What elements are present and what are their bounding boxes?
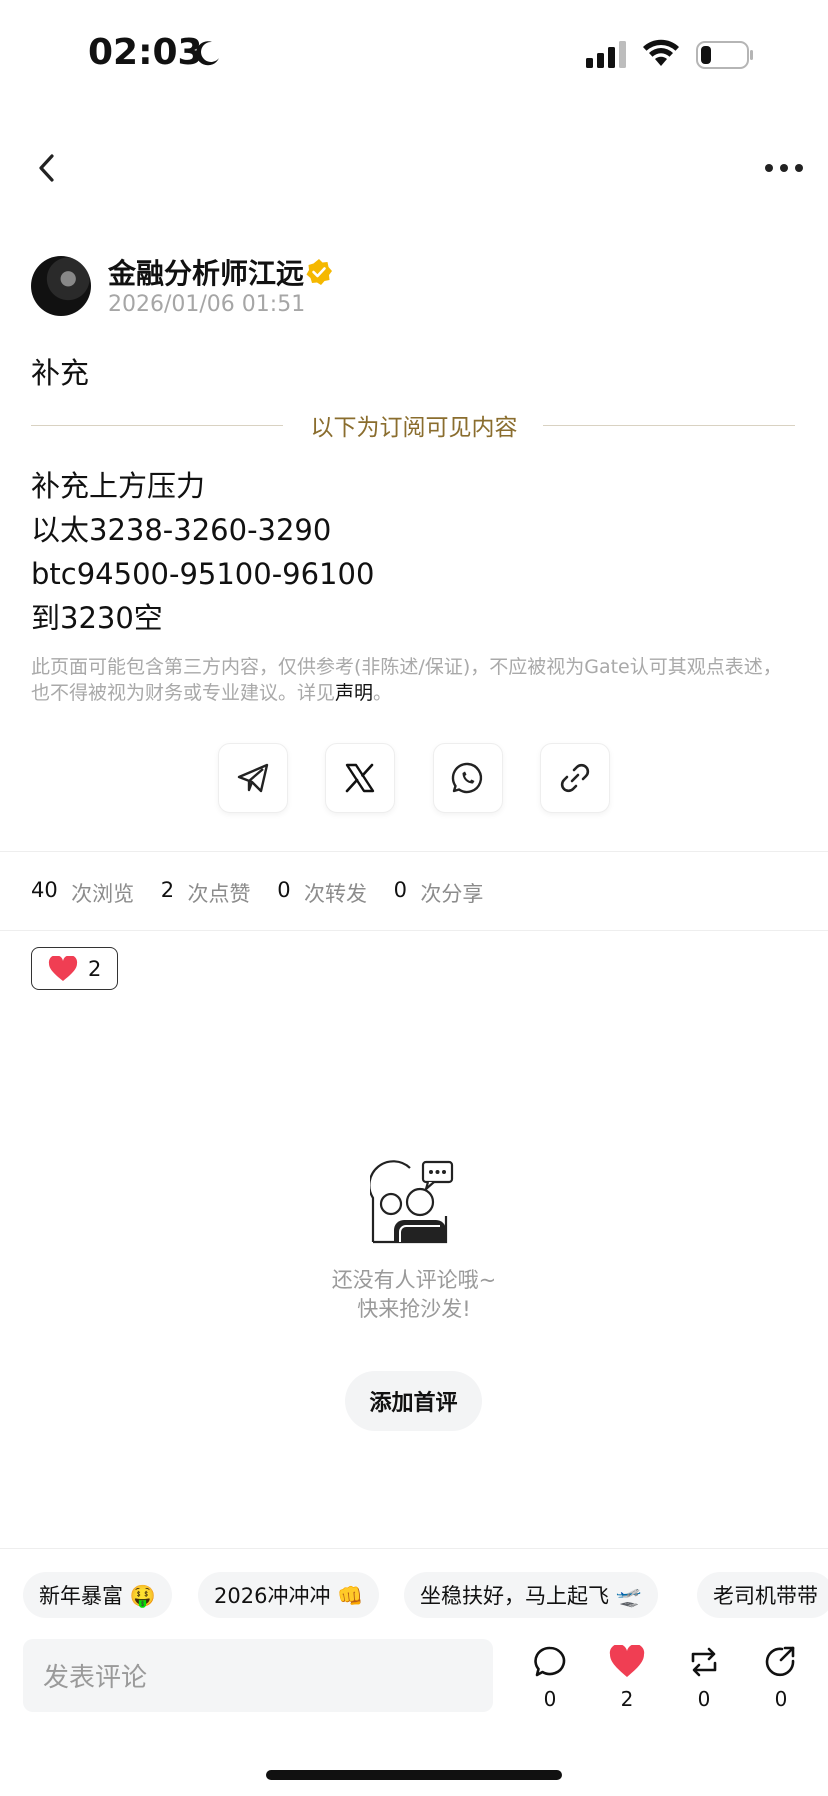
disclaimer-link[interactable]: 声明 <box>335 682 373 704</box>
status-time: 02:03 <box>88 32 203 73</box>
content-line: btc94500-95100-96100 <box>31 557 375 591</box>
verified-badge-icon <box>306 259 332 285</box>
content-line: 到3230空 <box>31 601 163 635</box>
shares-count: 0 <box>393 878 408 902</box>
share-whatsapp-button[interactable] <box>433 743 503 813</box>
empty-comments-line1: 还没有人评论哦~ <box>331 1268 497 1292</box>
subscriber-divider: 以下为订阅可见内容 <box>310 415 518 441</box>
more-horizontal-icon[interactable] <box>764 158 804 178</box>
post-intro: 补充 <box>31 356 90 390</box>
moon-icon <box>195 41 219 66</box>
comment-count: 0 <box>543 1687 557 1711</box>
empty-comments-line2: 快来抢沙发! <box>357 1297 471 1321</box>
like-action-button[interactable]: 2 <box>602 1644 652 1711</box>
home-indicator <box>266 1770 562 1780</box>
reposts-label: 次转发 <box>303 882 367 906</box>
add-first-comment-button[interactable]: 添加首评 <box>345 1371 482 1431</box>
share-icon <box>765 1646 795 1677</box>
separator <box>0 930 828 931</box>
share-x-button[interactable] <box>325 743 395 813</box>
reposts-count: 0 <box>277 878 291 902</box>
avatar[interactable] <box>31 256 91 316</box>
share-count: 0 <box>774 1687 788 1711</box>
link-icon <box>560 763 590 793</box>
whatsapp-icon <box>451 762 483 794</box>
disclaimer-end: 。 <box>373 682 393 704</box>
heart-icon <box>609 1644 645 1677</box>
reaction-count: 2 <box>88 956 102 981</box>
views-count: 40 <box>31 878 58 902</box>
likes-label: 次点赞 <box>187 882 251 906</box>
battery-icon <box>696 41 753 69</box>
comment-input[interactable]: 发表评论 <box>23 1639 493 1712</box>
heart-icon <box>48 955 78 981</box>
like-count: 2 <box>620 1687 634 1711</box>
quick-reply-chip[interactable]: 新年暴富 🤑 <box>23 1572 172 1618</box>
comment-action-button[interactable]: 0 <box>525 1645 575 1711</box>
chevron-left-icon[interactable] <box>30 148 64 188</box>
quick-reply-chip[interactable]: 老司机带带 <box>697 1572 828 1618</box>
post-stats: 40 次浏览 2 次点赞 0 次转发 0 次分享 <box>31 878 483 908</box>
post-timestamp: 2026/01/06 01:51 <box>108 292 306 317</box>
signal-icon <box>586 41 626 68</box>
author-name[interactable]: 金融分析师江远 <box>108 252 304 292</box>
quick-reply-chip[interactable]: 2026冲冲冲 👊 <box>198 1572 380 1618</box>
repost-action-button[interactable]: 0 <box>679 1645 729 1711</box>
wifi-icon <box>643 39 679 66</box>
reaction-badge[interactable]: 2 <box>31 947 118 990</box>
quick-reply-chip[interactable]: 坐稳扶好，马上起飞 🛫 <box>404 1572 658 1618</box>
x-icon <box>345 763 375 793</box>
comment-icon <box>534 1646 566 1677</box>
empty-comments-text: 还没有人评论哦~ 快来抢沙发! <box>0 1266 828 1324</box>
shares-label: 次分享 <box>420 882 484 906</box>
repost-count: 0 <box>697 1687 711 1711</box>
empty-comments-illustration-icon <box>370 1160 454 1244</box>
content-line: 以太3238-3260-3290 <box>31 513 332 547</box>
content-line: 补充上方压力 <box>31 469 206 503</box>
share-telegram-button[interactable] <box>218 743 288 813</box>
views-label: 次浏览 <box>71 882 135 906</box>
disclaimer: 此页面可能包含第三方内容，仅供参考(非陈述/保证)，不应被视为Gate认可其观点… <box>31 654 791 706</box>
disclaimer-text: 此页面可能包含第三方内容，仅供参考(非陈述/保证)，不应被视为Gate认可其观点… <box>31 656 782 704</box>
post-content: 补充上方压力 以太3238-3260-3290 btc94500-95100-9… <box>31 464 374 640</box>
likes-count: 2 <box>160 878 175 902</box>
share-link-button[interactable] <box>540 743 610 813</box>
telegram-icon <box>237 763 269 793</box>
share-action-button[interactable]: 0 <box>756 1645 806 1711</box>
separator <box>0 851 828 852</box>
repost-icon <box>691 1647 717 1677</box>
